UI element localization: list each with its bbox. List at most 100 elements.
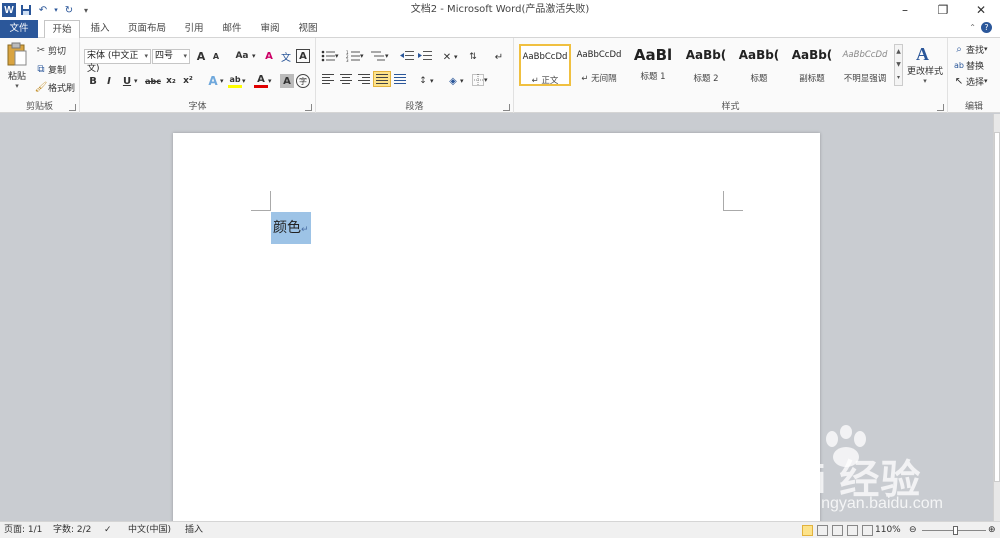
font-color-button[interactable]: A ▾ (254, 74, 272, 88)
chinese-layout-button[interactable]: ✕ ▾ (440, 50, 458, 64)
style-no-spacing[interactable]: AaBbCcDd ↵ 无间隔 (573, 44, 625, 86)
phonetic-guide-button[interactable]: 文 (279, 49, 293, 64)
copy-button[interactable]: ⧉ 复制 (34, 62, 66, 76)
select-button[interactable]: ↖ 选择 ▾ (952, 74, 988, 88)
paragraph-launcher-icon[interactable] (503, 104, 510, 111)
character-shading-button[interactable]: A (280, 74, 294, 88)
status-zoom-level[interactable]: 110% (875, 522, 901, 538)
tab-insert[interactable]: 插入 (86, 20, 114, 38)
styles-gallery-scroll[interactable]: ▲ ▼ ▾ (894, 44, 903, 86)
change-case-button[interactable]: Aa ▾ (232, 49, 255, 63)
clipboard-launcher-icon[interactable] (69, 104, 76, 111)
bold-button[interactable]: B (86, 74, 100, 88)
numbering-button[interactable]: 1 2 3 ▾ (346, 50, 364, 62)
zoom-out-icon[interactable]: ⊖ (909, 522, 917, 538)
enclose-characters-button[interactable]: 字 (296, 74, 310, 88)
replace-button[interactable]: ab 替换 (952, 58, 984, 72)
save-icon[interactable] (19, 3, 33, 17)
tab-view[interactable]: 视图 (294, 20, 322, 38)
tab-file[interactable]: 文件 (0, 20, 38, 38)
web-layout-icon[interactable] (832, 525, 843, 536)
zoom-slider-thumb[interactable] (953, 526, 958, 535)
borders-button[interactable]: ▾ (472, 74, 488, 86)
paste-button[interactable]: 粘贴 ▾ (4, 42, 30, 90)
bullets-button[interactable]: ▾ (321, 50, 339, 62)
shading-button[interactable]: ◈ ▾ (446, 74, 463, 88)
distributed-button[interactable] (394, 74, 406, 84)
scrollbar-thumb[interactable] (994, 132, 1000, 482)
styles-group: AaBbCcDd ↵ 正文 AaBbCcDd ↵ 无间隔 AaBl 标题 1 A… (514, 38, 948, 113)
style-heading-1[interactable]: AaBl 标题 1 (627, 44, 679, 86)
font-size-select[interactable]: 四号 ▾ (152, 49, 190, 64)
undo-dropdown-icon[interactable]: ▾ (53, 3, 59, 17)
status-page[interactable]: 页面: 1/1 (4, 522, 42, 538)
document-page[interactable]: 颜色↵ (173, 133, 820, 533)
superscript-button[interactable]: x² (181, 74, 195, 88)
font-size-dropdown-icon: ▾ (183, 52, 187, 60)
restore-icon[interactable]: ❐ (924, 0, 962, 20)
print-layout-icon[interactable] (802, 525, 813, 536)
align-center-button[interactable] (340, 74, 352, 84)
minimize-ribbon-icon[interactable]: ⌃ (969, 23, 976, 32)
change-styles-button[interactable]: A 更改样式 ▾ (906, 42, 944, 85)
show-marks-button[interactable]: ↵ (492, 50, 506, 64)
selected-text[interactable]: 颜色↵ (271, 212, 311, 244)
tab-mailings[interactable]: 邮件 (218, 20, 246, 38)
svg-text:3: 3 (346, 58, 349, 62)
paste-icon (7, 42, 27, 66)
grow-font-button[interactable]: A (194, 49, 208, 63)
subscript-button[interactable]: x₂ (164, 74, 178, 88)
zoom-in-icon[interactable]: ⊕ (988, 522, 996, 538)
status-word-count[interactable]: 字数: 2/2 (53, 522, 91, 538)
align-left-button[interactable] (322, 74, 334, 84)
undo-icon[interactable]: ↶ (36, 3, 50, 17)
shrink-font-button[interactable]: A (209, 49, 223, 63)
italic-button[interactable]: I (102, 74, 116, 88)
redo-icon[interactable]: ↻ (62, 3, 76, 17)
style-subtitle[interactable]: AaBb( 副标题 (786, 44, 838, 86)
underline-button[interactable]: U ▾ (120, 74, 138, 88)
minimize-icon[interactable]: – (886, 0, 924, 20)
font-launcher-icon[interactable] (305, 104, 312, 111)
clear-format-button[interactable]: A (262, 49, 276, 63)
help-icon[interactable]: ? (981, 22, 992, 33)
spell-check-icon[interactable]: ✓ (104, 522, 112, 538)
line-spacing-button[interactable]: ↕ ▾ (416, 74, 433, 88)
draft-view-icon[interactable] (862, 525, 873, 536)
status-insert-mode[interactable]: 插入 (185, 522, 203, 538)
close-icon[interactable]: ✕ (962, 0, 1000, 20)
clipboard-group-label: 剪贴板 (25, 102, 53, 112)
sort-button[interactable]: ⇅ (466, 50, 480, 64)
justify-button[interactable] (373, 71, 391, 87)
decrease-indent-button[interactable] (400, 50, 414, 62)
cut-button[interactable]: ✂ 剪切 (34, 43, 66, 57)
text-effects-button[interactable]: A ▾ (206, 74, 223, 88)
outline-view-icon[interactable] (847, 525, 858, 536)
tab-review[interactable]: 审阅 (256, 20, 284, 38)
paint-bucket-icon: ◈ (449, 75, 457, 87)
status-language[interactable]: 中文(中国) (128, 522, 171, 538)
style-heading-2[interactable]: AaBb( 标题 2 (680, 44, 732, 86)
style-subtle-emphasis[interactable]: AaBbCcDd 不明显强调 (839, 44, 891, 86)
word-logo-icon[interactable]: W (2, 3, 16, 17)
tab-references[interactable]: 引用 (180, 20, 208, 38)
strikethrough-button[interactable]: abc (144, 74, 162, 88)
font-name-select[interactable]: 宋体 (中文正文) ▾ (84, 49, 151, 74)
character-border-button[interactable]: A (296, 49, 310, 63)
find-button[interactable]: ⌕ 查找 ▾ (952, 42, 987, 56)
paste-dropdown-icon[interactable]: ▾ (15, 82, 19, 90)
full-screen-reading-icon[interactable] (817, 525, 828, 536)
font-group-label: 字体 (188, 102, 207, 112)
highlight-button[interactable]: ab ▾ (228, 74, 246, 88)
style-title[interactable]: AaBb( 标题 (733, 44, 785, 86)
align-right-button[interactable] (358, 74, 370, 84)
tab-page-layout[interactable]: 页面布局 (125, 20, 169, 38)
increase-indent-button[interactable] (418, 50, 432, 62)
multilevel-list-button[interactable]: ▾ (371, 50, 389, 62)
style-normal[interactable]: AaBbCcDd ↵ 正文 (519, 44, 571, 86)
styles-launcher-icon[interactable] (937, 104, 944, 111)
tab-home[interactable]: 开始 (44, 20, 80, 39)
customize-qat-icon[interactable]: ▾ (79, 3, 93, 17)
vertical-scrollbar[interactable] (993, 114, 1000, 521)
format-painter-button[interactable]: 🖌 格式刷 (34, 80, 75, 94)
